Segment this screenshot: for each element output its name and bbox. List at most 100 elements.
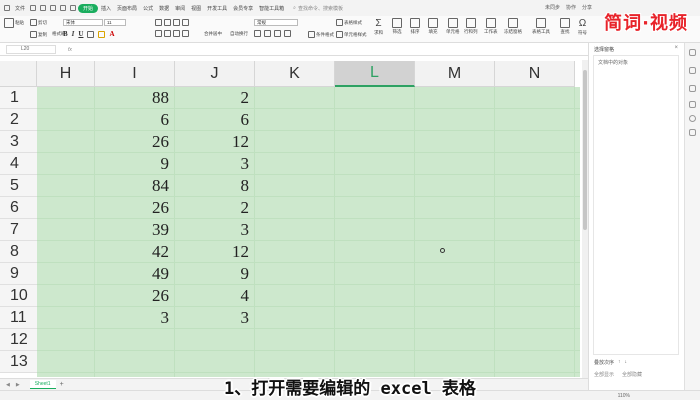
sum-button[interactable]: Σ 求和: [374, 18, 383, 36]
paste-button[interactable]: 粘贴: [4, 18, 24, 28]
cell-j11[interactable]: 3: [175, 307, 250, 329]
cell-j2[interactable]: 6: [175, 109, 250, 131]
decimal-icon[interactable]: [284, 30, 291, 37]
percent-icon[interactable]: [264, 30, 271, 37]
row-header-11[interactable]: 11: [0, 307, 37, 329]
formula-input[interactable]: [78, 45, 588, 54]
column-header-j[interactable]: J: [175, 61, 255, 87]
currency-icon[interactable]: [254, 30, 261, 37]
first-sheet-arrow[interactable]: ◀: [6, 382, 10, 388]
help-icon[interactable]: [689, 115, 696, 122]
row-header-1[interactable]: 1: [0, 87, 37, 109]
row-header-3[interactable]: 3: [0, 131, 37, 153]
fx-icon[interactable]: fx: [68, 47, 72, 53]
tab-developer[interactable]: 开发工具: [204, 5, 230, 12]
indent-icon[interactable]: [182, 19, 189, 26]
tab-data[interactable]: 数据: [156, 5, 172, 12]
cell-style-button[interactable]: 单元格样式: [336, 31, 367, 38]
style-icon[interactable]: [689, 67, 696, 74]
underline-button[interactable]: U: [78, 30, 83, 38]
tab-page-layout[interactable]: 页面布局: [114, 5, 140, 12]
wrap-text-button[interactable]: 自动换行: [230, 31, 248, 37]
column-header-h[interactable]: H: [37, 61, 95, 87]
cell-j5[interactable]: 8: [175, 175, 250, 197]
worksheet-button[interactable]: 工作表: [484, 18, 498, 35]
cell-i6[interactable]: 26: [95, 197, 169, 219]
share-pane-icon[interactable]: [689, 129, 696, 136]
merge-center-button[interactable]: 合并居中: [204, 31, 222, 37]
row-header-6[interactable]: 6: [0, 197, 37, 219]
freeze-button[interactable]: 冻结窗格: [504, 18, 522, 35]
share-button[interactable]: 分享: [582, 4, 592, 11]
print-icon[interactable]: [40, 5, 47, 11]
cell-j10[interactable]: 4: [175, 285, 250, 307]
column-header-n[interactable]: N: [495, 61, 575, 87]
cell-i3[interactable]: 26: [95, 131, 169, 153]
sort-button[interactable]: 排序: [410, 18, 420, 35]
conditional-format-button[interactable]: 条件格式: [308, 31, 334, 38]
preview-icon[interactable]: [50, 5, 57, 11]
row-header-2[interactable]: 2: [0, 109, 37, 131]
align-bottom-icon[interactable]: [173, 19, 180, 26]
cell-button[interactable]: 单元格: [446, 18, 460, 35]
cell-j6[interactable]: 2: [175, 197, 250, 219]
tab-member[interactable]: 会员专享: [230, 5, 256, 12]
tab-review[interactable]: 审阅: [172, 5, 188, 12]
column-header-l[interactable]: L: [335, 61, 415, 87]
align-top-icon[interactable]: [155, 19, 162, 26]
font-color-button[interactable]: A: [109, 30, 114, 38]
align-right-icon[interactable]: [173, 30, 180, 37]
command-search[interactable]: ⌕ 查找命令、搜索模板: [293, 5, 343, 12]
select-all-corner[interactable]: [0, 61, 37, 87]
find-button[interactable]: 查找: [560, 18, 570, 35]
row-header-7[interactable]: 7: [0, 219, 37, 241]
cell-j1[interactable]: 2: [175, 87, 250, 109]
cell-area[interactable]: 88 6 26 9 84 26 39 42 49 26 3 2 6 12 3 8 2 3 12 9 4 3: [37, 87, 580, 377]
thousands-icon[interactable]: [274, 30, 281, 37]
table-style-button[interactable]: 表格样式: [336, 19, 362, 26]
tab-view[interactable]: 视图: [188, 5, 204, 12]
align-center-icon[interactable]: [164, 30, 171, 37]
cell-j9[interactable]: 9: [175, 263, 250, 285]
file-menu[interactable]: 文件: [12, 5, 28, 12]
undo-icon[interactable]: [60, 5, 67, 11]
row-col-button[interactable]: 行和列: [464, 18, 478, 35]
column-header-k[interactable]: K: [255, 61, 335, 87]
cell-i7[interactable]: 39: [95, 219, 169, 241]
row-header-12[interactable]: 12: [0, 329, 37, 351]
cell-i1[interactable]: 88: [95, 87, 169, 109]
symbol-button[interactable]: Ω 符号: [578, 18, 587, 36]
move-down-button[interactable]: ↓: [625, 359, 628, 366]
fill-color-icon[interactable]: [98, 30, 106, 38]
row-header-10[interactable]: 10: [0, 285, 37, 307]
filter-button[interactable]: 筛选: [392, 18, 402, 35]
number-format-select[interactable]: 常规: [254, 19, 298, 26]
cell-i10[interactable]: 26: [95, 285, 169, 307]
row-header-9[interactable]: 9: [0, 263, 37, 285]
redo-icon[interactable]: [70, 5, 77, 11]
cell-i8[interactable]: 42: [95, 241, 169, 263]
tab-home[interactable]: 开始: [78, 3, 99, 13]
bold-button[interactable]: B: [63, 30, 68, 38]
column-header-m[interactable]: M: [415, 61, 495, 87]
cell-j3[interactable]: 12: [175, 131, 249, 153]
border-icon[interactable]: [87, 30, 95, 38]
align-middle-icon[interactable]: [164, 19, 171, 26]
table-tools-button[interactable]: 表格工具: [532, 18, 550, 35]
row-header-8[interactable]: 8: [0, 241, 37, 263]
cell-i11[interactable]: 3: [95, 307, 170, 329]
zoom-level[interactable]: 110%: [618, 393, 630, 399]
fill-button[interactable]: 填充: [428, 18, 438, 35]
hide-all-button[interactable]: 全部隐藏: [622, 371, 642, 378]
column-header-i[interactable]: I: [95, 61, 175, 87]
move-up-button[interactable]: ↑: [618, 359, 621, 366]
tab-insert[interactable]: 插入: [98, 5, 114, 12]
row-header-13[interactable]: 13: [0, 351, 37, 373]
sheet-tab[interactable]: Sheet1: [29, 380, 56, 389]
cut-button[interactable]: 剪切: [30, 19, 47, 26]
tab-smart-tools[interactable]: 智能工具箱: [256, 5, 287, 12]
justify-icon[interactable]: [182, 30, 189, 37]
cell-i9[interactable]: 49: [95, 263, 169, 285]
scrollbar-thumb[interactable]: [583, 70, 587, 230]
italic-button[interactable]: I: [72, 30, 75, 38]
